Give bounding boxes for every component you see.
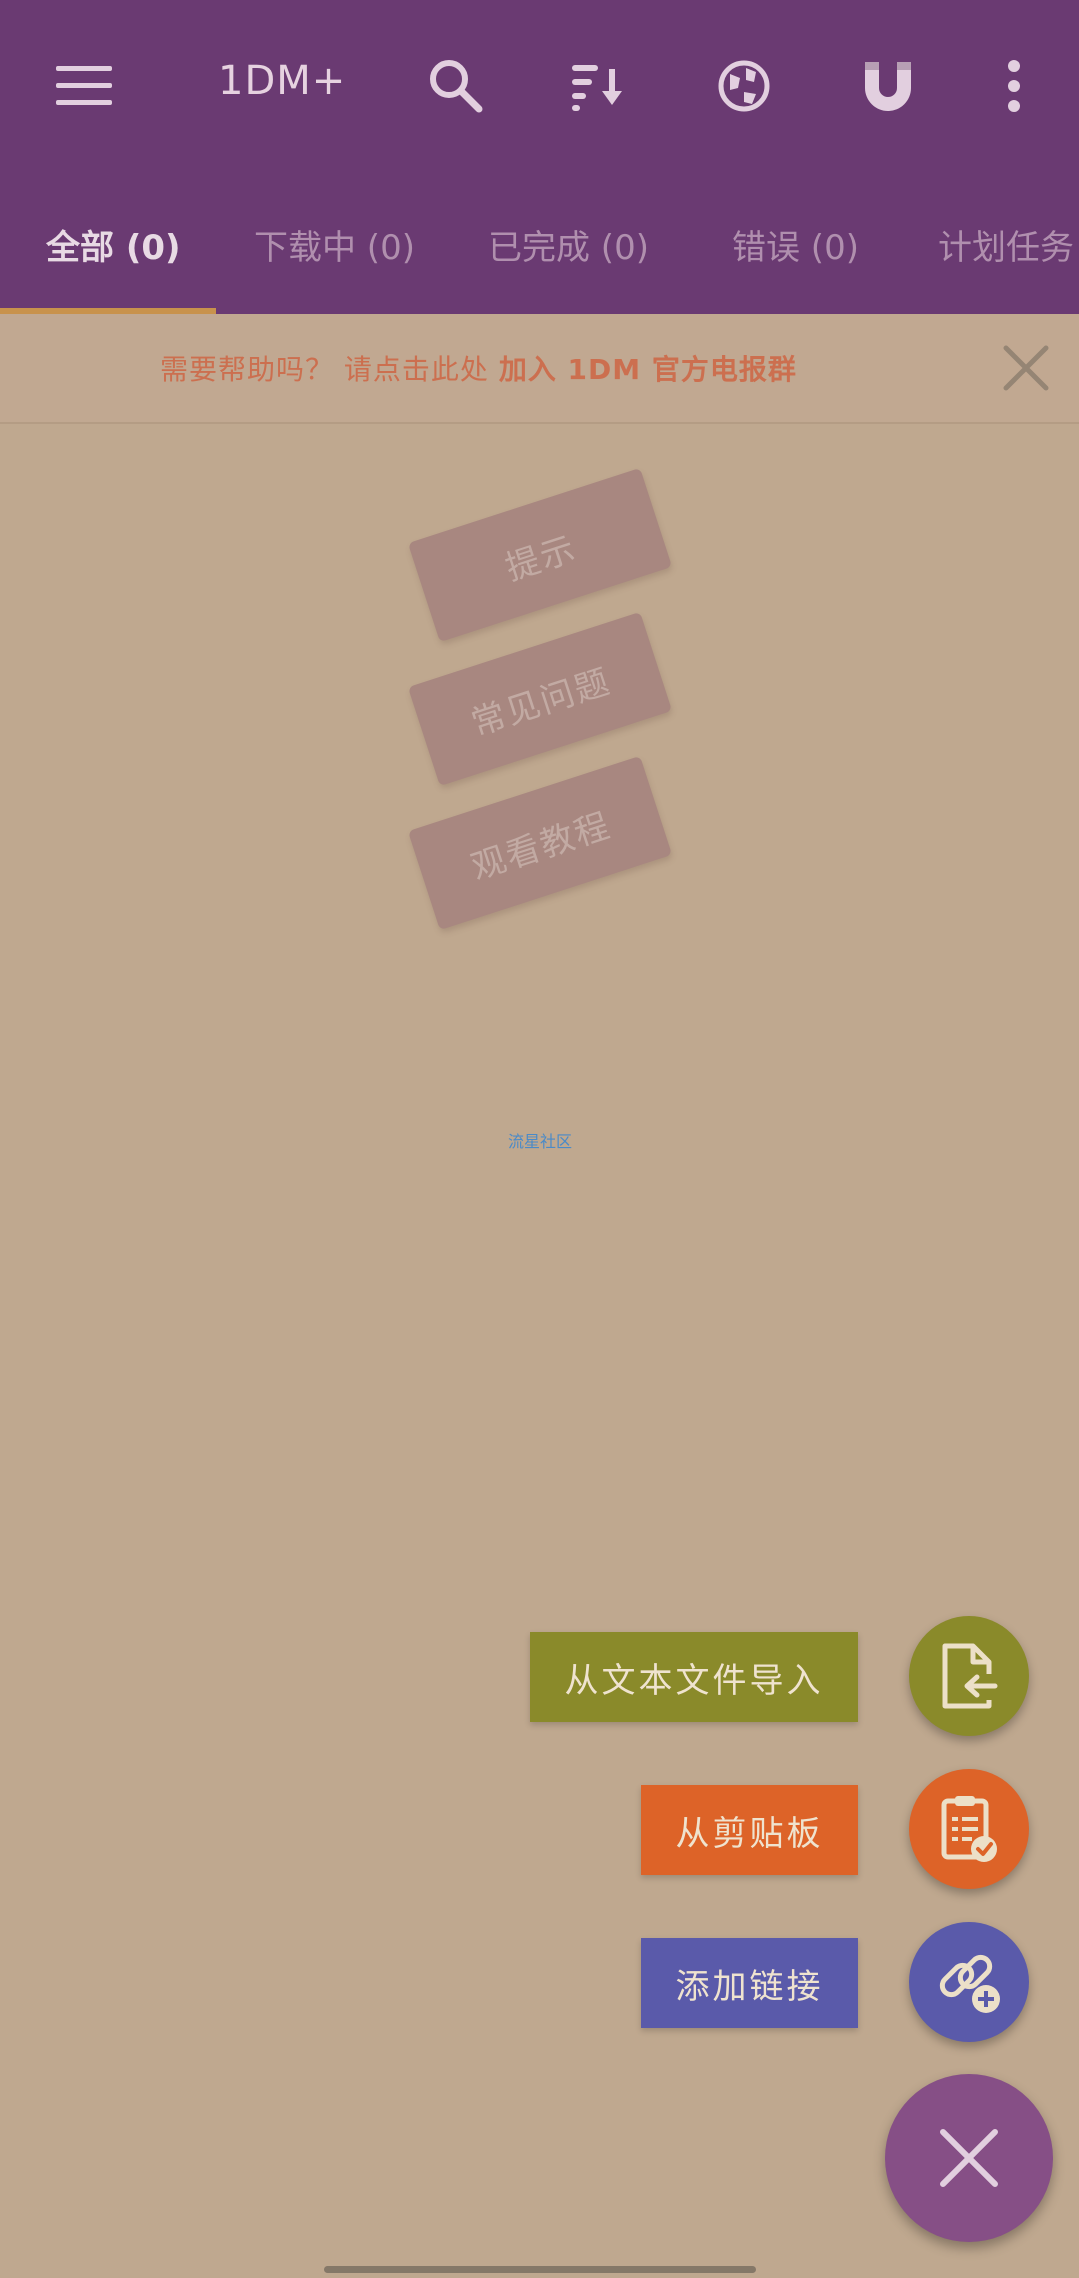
tab-downloading[interactable]: 下载中 (0) <box>254 220 415 269</box>
tab-all[interactable]: 全部 (0) <box>46 220 181 269</box>
home-indicator[interactable] <box>324 2266 756 2273</box>
menu-icon[interactable] <box>44 46 124 126</box>
magnet-icon[interactable] <box>848 46 928 126</box>
help-banner-prefix: 需要帮助吗？ 请点击此处 <box>160 353 499 386</box>
help-banner-text[interactable]: 需要帮助吗？ 请点击此处 加入 1DM 官方电报群 <box>160 348 797 388</box>
tab-errors[interactable]: 错误 (0) <box>732 220 859 269</box>
clipboard-check-icon[interactable] <box>909 1769 1029 1889</box>
app-screen: 1DM+ 全部 (0) 下载中 (0) 已完成 (0) 错误 (0) 计划任务 … <box>0 0 1079 2278</box>
from-clipboard-label[interactable]: 从剪贴板 <box>641 1785 858 1875</box>
tab-scheduled[interactable]: 计划任务 <box>938 220 1074 269</box>
close-icon <box>940 2129 998 2187</box>
toolbar: 1DM+ <box>0 0 1079 175</box>
browser-globe-icon[interactable] <box>704 46 784 126</box>
help-banner[interactable]: 需要帮助吗？ 请点击此处 加入 1DM 官方电报群 <box>0 314 1079 424</box>
file-import-icon[interactable] <box>909 1616 1029 1736</box>
tab-bar: 全部 (0) 下载中 (0) 已完成 (0) 错误 (0) 计划任务 <box>0 200 1079 314</box>
add-link-label[interactable]: 添加链接 <box>641 1938 858 2028</box>
close-icon[interactable] <box>996 338 1056 398</box>
telegram-group-link[interactable]: 加入 1DM 官方电报群 <box>499 353 797 386</box>
more-vert-icon[interactable] <box>974 46 1054 126</box>
search-icon[interactable] <box>416 46 496 126</box>
app-bar: 1DM+ 全部 (0) 下载中 (0) 已完成 (0) 错误 (0) 计划任务 <box>0 0 1079 314</box>
app-title: 1DM+ <box>218 58 347 104</box>
import-text-file-label[interactable]: 从文本文件导入 <box>530 1632 858 1722</box>
tab-completed[interactable]: 已完成 (0) <box>488 220 649 269</box>
link-add-icon[interactable] <box>909 1922 1029 2042</box>
fab-close-button[interactable] <box>885 2074 1053 2242</box>
watermark-text: 流星社区 <box>508 1132 573 1151</box>
sort-icon[interactable] <box>558 46 638 126</box>
